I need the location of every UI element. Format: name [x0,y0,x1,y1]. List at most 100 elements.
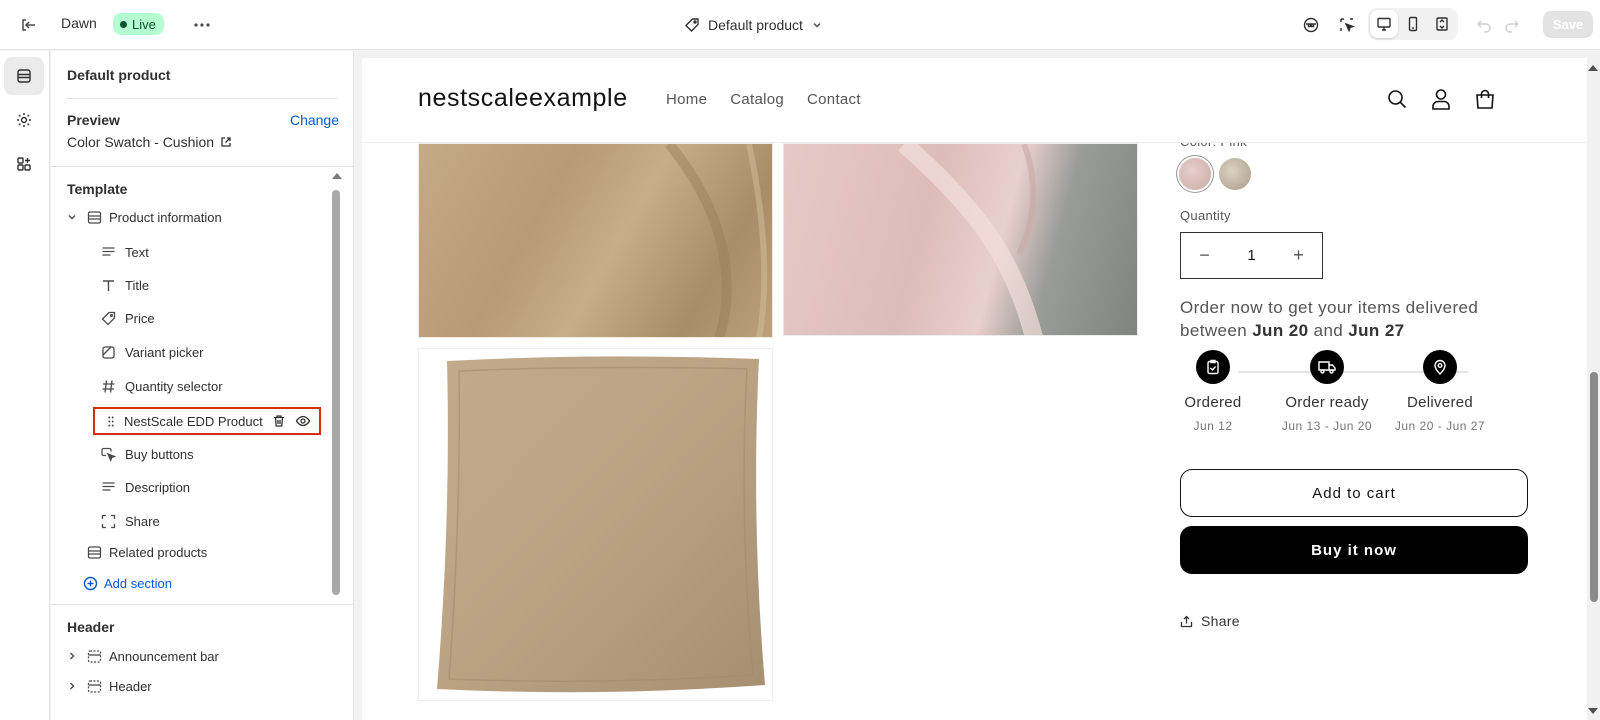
divider [67,98,338,99]
title-icon [99,276,117,294]
block-variant-picker[interactable]: Variant picker [99,337,204,367]
preview-product-name: Color Swatch - Cushion [67,134,215,150]
cursor-icon [99,445,117,463]
live-badge: Live [113,13,164,35]
change-preview-link[interactable]: Change [290,112,339,128]
section-product-information[interactable]: Product information [65,202,222,232]
template-heading: Template [67,181,128,197]
quantity-value[interactable]: 1 [1228,247,1275,264]
product-image-beige-pillow[interactable] [418,348,773,701]
block-description[interactable]: Description [99,472,190,502]
viewport-switcher [1368,8,1458,40]
settings-gear-icon[interactable] [4,101,44,139]
more-actions-icon[interactable] [190,13,214,37]
product-image-pink-fabric[interactable] [783,143,1138,336]
preview-product[interactable]: Color Swatch - Cushion [67,134,232,150]
nav-home[interactable]: Home [666,91,707,108]
block-label: Title [125,277,150,293]
nav-contact[interactable]: Contact [807,91,861,108]
editor-rail [0,51,50,720]
trash-icon[interactable] [267,410,291,432]
block-title[interactable]: Title [99,270,149,300]
edd-start-date: Jun 20 [1252,321,1309,340]
cart-icon[interactable] [1474,86,1496,112]
exit-icon[interactable] [16,13,40,37]
edd-message: Order now to get your items delivered be… [1180,296,1540,342]
live-dot-icon [120,20,127,28]
block-label: Text [125,244,149,260]
select-cursor-icon[interactable] [1333,11,1361,39]
apps-icon[interactable] [4,145,44,183]
add-section-button[interactable]: Add section [83,572,172,594]
store-logo[interactable]: nestscaleexample [418,84,628,113]
chevron-down-icon[interactable] [65,210,79,224]
block-text[interactable]: Text [99,237,149,267]
swatch-beige[interactable] [1219,158,1251,190]
search-icon[interactable] [1386,86,1408,112]
section-label: Related products [109,544,208,560]
block-label: Buy buttons [125,446,194,462]
store-header-icons [1386,86,1496,112]
external-link-icon [220,136,232,148]
section-layout-icon [85,543,103,561]
inspector-icon[interactable] [1297,11,1325,39]
section-label: Product information [109,209,222,225]
step-label: Ordered [1184,394,1242,411]
sidebar-title: Default product [67,67,171,83]
account-icon[interactable] [1430,86,1452,112]
redo-icon[interactable] [1498,11,1526,39]
chevron-right-icon[interactable] [65,679,79,693]
text-icon [99,243,117,261]
edd-end-date: Jun 27 [1348,321,1405,340]
block-share[interactable]: Share [99,506,160,536]
block-label: Quantity selector [125,378,223,394]
swatch-pink[interactable] [1179,158,1211,190]
block-quantity-selector[interactable]: Quantity selector [99,371,223,401]
section-announcement-bar[interactable]: Announcement bar [65,641,219,671]
step-label: Delivered [1406,394,1474,411]
block-nestscale-edd-selected[interactable]: NestScale EDD Product [93,407,321,435]
section-layout-icon [85,208,103,226]
sidebar-scrollbar-thumb[interactable] [332,190,340,595]
share-button[interactable]: Share [1180,613,1240,629]
add-section-label: Add section [104,575,172,591]
buy-it-now-button[interactable]: Buy it now [1180,526,1528,574]
block-price[interactable]: Price [99,303,155,333]
section-header[interactable]: Header [65,671,152,701]
header-heading: Header [67,619,115,635]
plus-circle-icon [83,576,98,591]
theme-name[interactable]: Dawn [61,15,97,31]
topbar-tools [1297,10,1361,40]
sections-icon[interactable] [4,57,44,95]
edd-step-ordered: Ordered Jun 12 [1163,350,1263,433]
plus-icon[interactable]: + [1275,233,1322,278]
fullscreen-icon[interactable] [1428,10,1456,38]
nav-catalog[interactable]: Catalog [730,91,784,108]
chevron-right-icon[interactable] [65,649,79,663]
preview-scrollbar-thumb[interactable] [1590,372,1598,602]
template-selector[interactable]: Default product [684,12,823,38]
section-layout-icon [85,677,103,695]
divider [51,604,353,605]
section-related-products[interactable]: Related products [85,537,207,567]
block-buy-buttons[interactable]: Buy buttons [99,439,194,469]
delivery-truck-icon [1310,350,1344,384]
storefront-preview: nestscaleexample Home Catalog Contact Qu… [362,58,1587,720]
mobile-icon[interactable] [1399,10,1427,38]
history-tools [1470,10,1526,40]
block-label: Description [125,479,191,495]
eye-icon[interactable] [291,410,315,432]
product-image-beige-fabric[interactable] [418,143,773,338]
clipboard-check-icon [1196,350,1230,384]
step-date: Jun 20 - Jun 27 [1394,419,1486,433]
step-label: Order ready [1285,394,1369,411]
drag-handle-icon[interactable] [104,416,118,427]
desktop-icon[interactable] [1370,10,1398,38]
save-button[interactable]: Save [1543,11,1593,38]
price-tag-icon [99,309,117,327]
add-to-cart-button[interactable]: Add to cart [1180,469,1528,517]
hash-icon [99,377,117,395]
quantity-stepper: − 1 + [1180,232,1323,279]
minus-icon[interactable]: − [1181,233,1228,278]
undo-icon[interactable] [1470,11,1498,39]
